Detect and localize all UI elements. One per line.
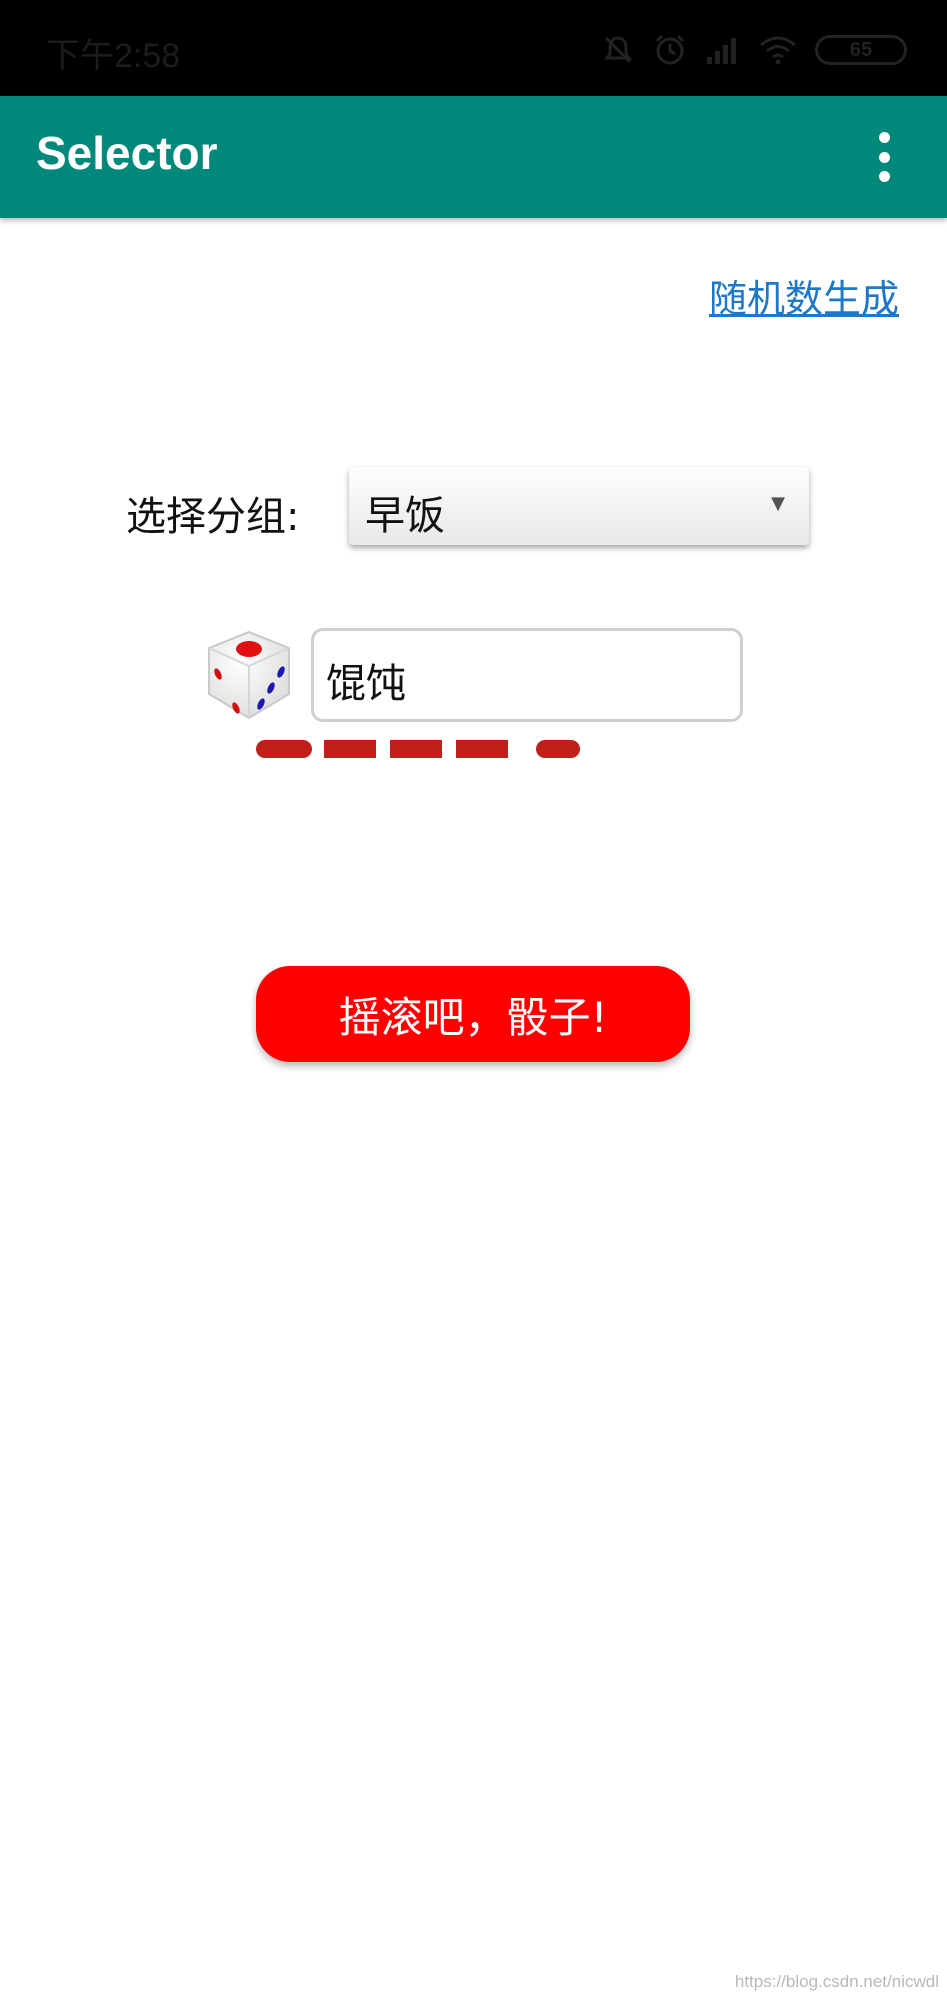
battery-icon: 65 [815,35,907,65]
more-vert-icon [878,132,890,143]
status-icons: 65 [601,30,907,70]
chevron-down-icon: ▼ [771,493,785,514]
status-time: 下午2:58 [46,37,181,75]
group-select-value: 早饭 [365,493,445,539]
more-options-button[interactable] [871,132,897,182]
dice-icon[interactable] [203,628,295,722]
group-select[interactable]: 早饭 ▼ [349,467,809,545]
app-title: Selector [36,127,218,179]
result-field[interactable]: 馄饨 [311,628,743,722]
group-label: 选择分组: [126,494,300,540]
watermark: https://blog.csdn.net/nicwdl [734,1972,939,1991]
roll-dice-button[interactable]: 摇滚吧，骰子! [256,966,690,1062]
wifi-icon [760,36,796,65]
dashed-underline [256,740,580,758]
random-number-link[interactable]: 随机数生成 [709,268,899,323]
status-bar: 下午2:58 65 [0,0,947,96]
signal-icon [707,38,736,64]
app-bar: Selector [0,96,947,218]
mute-alarm-icon [604,36,632,64]
result-value: 馄饨 [326,661,406,707]
alarm-clock-icon [655,34,685,65]
